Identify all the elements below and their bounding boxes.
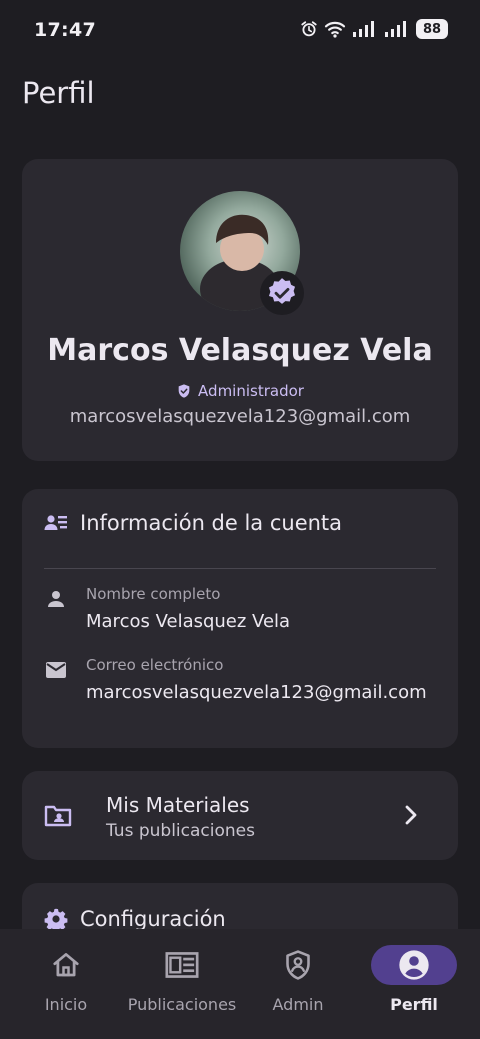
status-icons: 88 xyxy=(300,19,448,39)
status-bar: 17:47 88 xyxy=(0,0,480,60)
full-name-value: Marcos Velasquez Vela xyxy=(86,611,291,632)
nav-item-publicaciones[interactable]: Publicaciones xyxy=(122,929,242,1039)
signal-icon-2 xyxy=(385,21,406,37)
email-label: Correo electrónico xyxy=(86,656,224,674)
profile-icon xyxy=(399,950,429,980)
profile-name: Marcos Velasquez Vela xyxy=(47,333,433,368)
publications-icon xyxy=(165,952,199,978)
role-label: Administrador xyxy=(198,382,304,400)
profile-card: Marcos Velasquez Vela Administrador marc… xyxy=(22,159,458,461)
verified-badge xyxy=(260,271,304,315)
home-icon xyxy=(53,953,79,977)
field-email: Correo electrónico marcosvelasquezvela12… xyxy=(44,656,436,703)
nav-label-publicaciones: Publicaciones xyxy=(127,995,237,1014)
config-title: Configuración xyxy=(80,907,226,931)
active-indicator xyxy=(371,945,457,985)
gear-icon xyxy=(44,908,68,931)
person-icon xyxy=(48,591,64,607)
field-full-name: Nombre completo Marcos Velasquez Vela xyxy=(44,585,436,632)
mail-icon xyxy=(46,662,66,678)
email-value: marcosvelasquezvela123@gmail.com xyxy=(86,682,427,703)
nav-item-admin[interactable]: Admin xyxy=(238,929,358,1039)
nav-item-inicio[interactable]: Inicio xyxy=(6,929,126,1039)
config-header: Configuración xyxy=(44,907,226,931)
account-info-header: Información de la cuenta xyxy=(44,511,342,535)
signal-icon xyxy=(353,21,374,37)
chevron-right-icon xyxy=(405,805,417,825)
account-info-title: Información de la cuenta xyxy=(80,511,343,535)
materials-subtitle: Tus publicaciones xyxy=(106,821,255,841)
materials-card[interactable]: Mis Materiales Tus publicaciones xyxy=(22,771,458,860)
alarm-icon xyxy=(301,21,317,37)
wifi-icon xyxy=(324,21,346,38)
materials-title: Mis Materiales xyxy=(106,793,250,817)
account-info-card: Información de la cuenta Nombre completo… xyxy=(22,489,458,748)
profile-email: marcosvelasquezvela123@gmail.com xyxy=(69,406,411,427)
status-time: 17:47 xyxy=(34,19,96,41)
folder-shared-icon xyxy=(44,805,72,827)
nav-item-perfil[interactable]: Perfil xyxy=(354,929,474,1039)
full-name-label: Nombre completo xyxy=(86,585,221,603)
battery-indicator: 88 xyxy=(416,19,448,39)
verified-icon xyxy=(268,278,296,304)
admin-shield-icon xyxy=(286,950,310,980)
nav-label-admin: Admin xyxy=(272,995,324,1014)
shield-check-icon xyxy=(178,384,190,398)
contact-list-icon xyxy=(44,515,67,530)
nav-label-perfil: Perfil xyxy=(390,995,438,1014)
bottom-nav: Inicio Publicaciones Admin Perfil xyxy=(0,929,480,1039)
nav-label-inicio: Inicio xyxy=(44,995,88,1014)
page-title: Perfil xyxy=(22,76,95,110)
role-badge: Administrador xyxy=(22,382,458,400)
divider xyxy=(44,568,436,569)
